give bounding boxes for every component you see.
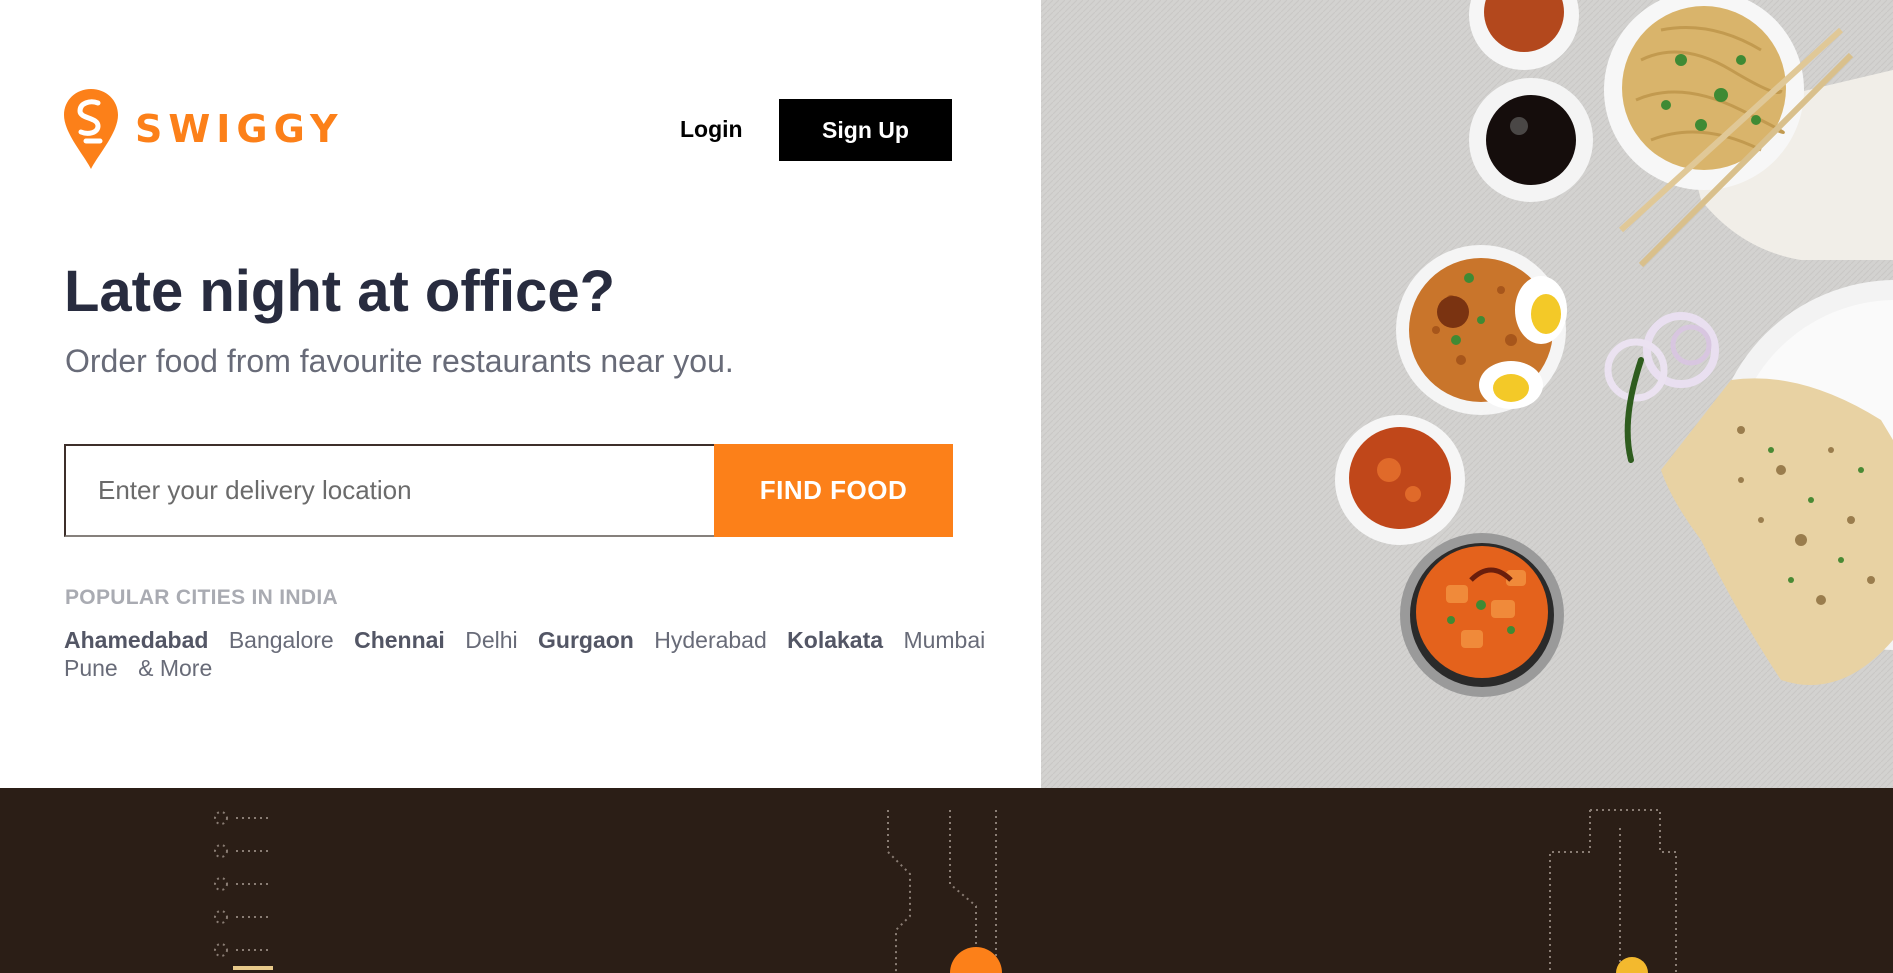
city-link-chennai[interactable]: Chennai <box>354 627 445 653</box>
find-food-button[interactable]: FIND FOOD <box>714 444 953 537</box>
city-link-ahamedabad[interactable]: Ahamedabad <box>64 627 208 653</box>
food-illustration <box>1041 0 1893 788</box>
popular-cities-list: Ahamedabad Bangalore Chennai Delhi Gurga… <box>64 626 1004 682</box>
city-link-kolakata[interactable]: Kolakata <box>787 627 883 653</box>
hero-subheadline: Order food from favourite restaurants ne… <box>65 343 734 379</box>
swiggy-logo[interactable]: SWIGGY <box>64 89 343 169</box>
hero-left-panel: SWIGGY Login Sign Up Late night at offic… <box>0 0 1041 788</box>
popular-cities-title: POPULAR CITIES IN INDIA <box>65 586 338 609</box>
city-link-pune[interactable]: Pune <box>64 655 118 681</box>
city-link-hyderabad[interactable]: Hyderabad <box>654 627 767 653</box>
more-cities-link[interactable]: & More <box>138 655 212 681</box>
login-link[interactable]: Login <box>680 116 743 143</box>
location-input[interactable] <box>64 444 714 537</box>
swiggy-logo-icon <box>64 89 118 169</box>
city-link-bangalore[interactable]: Bangalore <box>229 627 334 653</box>
brand-name: SWIGGY <box>135 107 344 151</box>
hero-headline: Late night at office? <box>64 259 615 324</box>
signup-button[interactable]: Sign Up <box>779 99 952 161</box>
city-link-mumbai[interactable]: Mumbai <box>903 627 985 653</box>
city-link-gurgaon[interactable]: Gurgaon <box>538 627 634 653</box>
location-search-bar: FIND FOOD <box>64 444 953 537</box>
dotted-illustration-icon <box>214 809 1677 973</box>
city-link-delhi[interactable]: Delhi <box>465 627 517 653</box>
features-band <box>0 788 1893 973</box>
food-spread-image <box>1041 0 1893 788</box>
